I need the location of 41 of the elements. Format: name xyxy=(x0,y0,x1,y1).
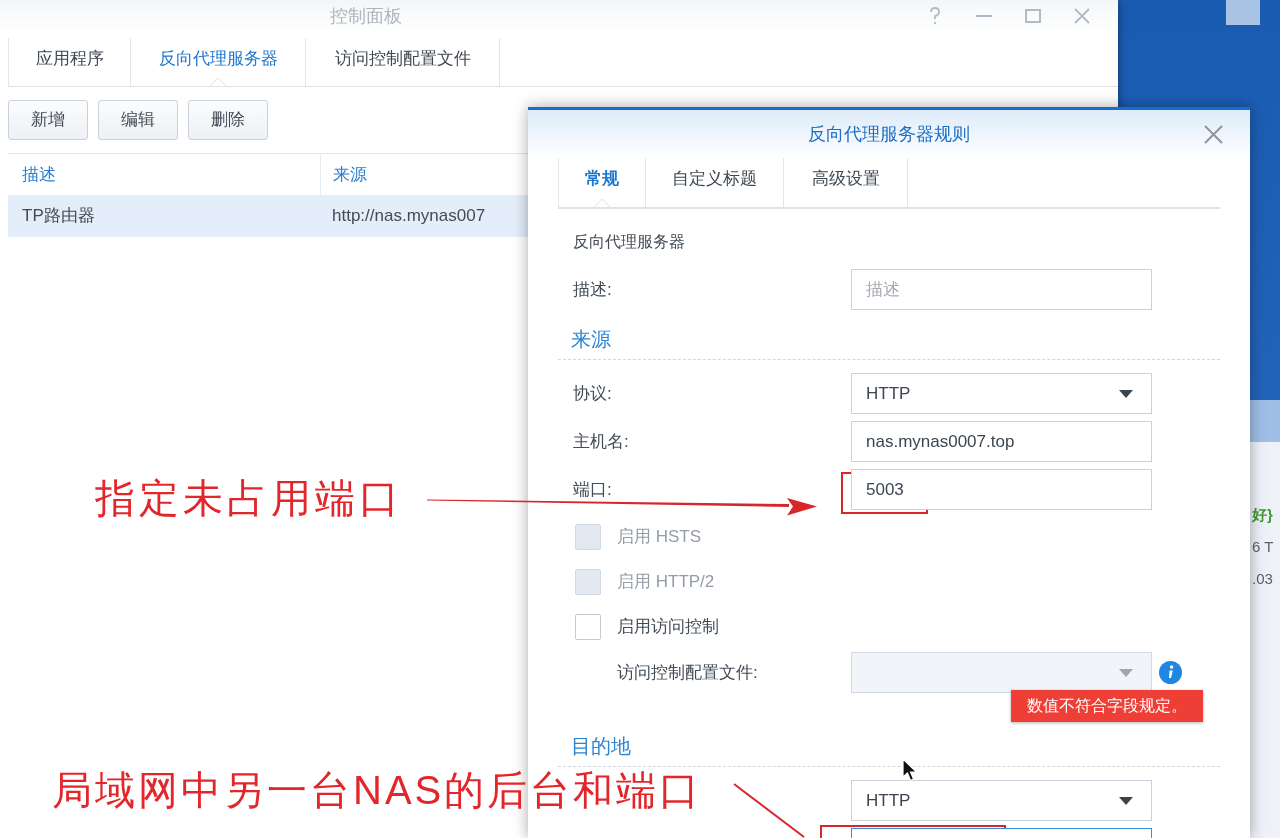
column-header[interactable]: 描述 xyxy=(8,154,320,195)
maximize-icon[interactable] xyxy=(1025,9,1041,23)
close-icon[interactable] xyxy=(1204,124,1223,144)
annotation-text: 指定未占用端口 xyxy=(95,475,403,522)
checkbox-label: 启用 HSTS xyxy=(617,526,702,549)
table-cell-text: TP路由器 xyxy=(21,205,96,228)
table-cell-text: http://nas.mynas007 xyxy=(331,205,486,228)
input-field[interactable]: 5003 xyxy=(851,469,1152,510)
dropdown[interactable]: HTTP xyxy=(851,373,1152,414)
toolbar-button[interactable]: 删除 xyxy=(188,100,268,140)
toolbar-button[interactable]: 新增 xyxy=(8,100,88,140)
error-tooltip: 数值不符合字段规定。 xyxy=(1011,690,1203,722)
tile-icon[interactable] xyxy=(1226,0,1260,25)
window-title: 控制面板 xyxy=(330,4,402,28)
widget-text: .03 xyxy=(1252,569,1273,589)
close-icon[interactable] xyxy=(1074,8,1090,24)
caret-icon xyxy=(1119,668,1133,677)
widget-text: 6 T xyxy=(1252,537,1274,557)
field-label: 主机名: xyxy=(573,430,629,453)
toolbar-button[interactable]: 编辑 xyxy=(98,100,178,140)
checkbox-label: 启用访问控制 xyxy=(617,616,719,639)
annotation-text: 局域网中另一台NAS的后台和端口 xyxy=(52,767,703,814)
section-heading: 目的地 xyxy=(571,734,631,759)
field-label: 访问控制配置文件: xyxy=(617,661,758,684)
widget-text: 好} xyxy=(1252,505,1273,525)
field-label: 协议: xyxy=(573,382,612,405)
section-heading: 来源 xyxy=(571,327,611,352)
cursor-icon xyxy=(902,758,918,782)
minimize-icon[interactable] xyxy=(976,15,992,17)
field-label: 端口: xyxy=(573,478,612,501)
dialog-title: 反向代理服务器规则 xyxy=(808,122,970,146)
field-label: 描述: xyxy=(573,278,612,301)
caret-icon xyxy=(1119,389,1133,398)
caret-icon xyxy=(1119,796,1133,805)
input-field[interactable]: 描述 xyxy=(851,269,1152,310)
help-icon[interactable] xyxy=(927,7,943,25)
checkbox[interactable] xyxy=(575,614,601,640)
checkbox-label: 启用 HTTP/2 xyxy=(617,571,715,594)
input-field[interactable]: nas.mynas0007.top xyxy=(851,421,1152,462)
form-caption: 反向代理服务器 xyxy=(573,232,685,252)
dropdown[interactable]: HTTP xyxy=(851,780,1152,821)
